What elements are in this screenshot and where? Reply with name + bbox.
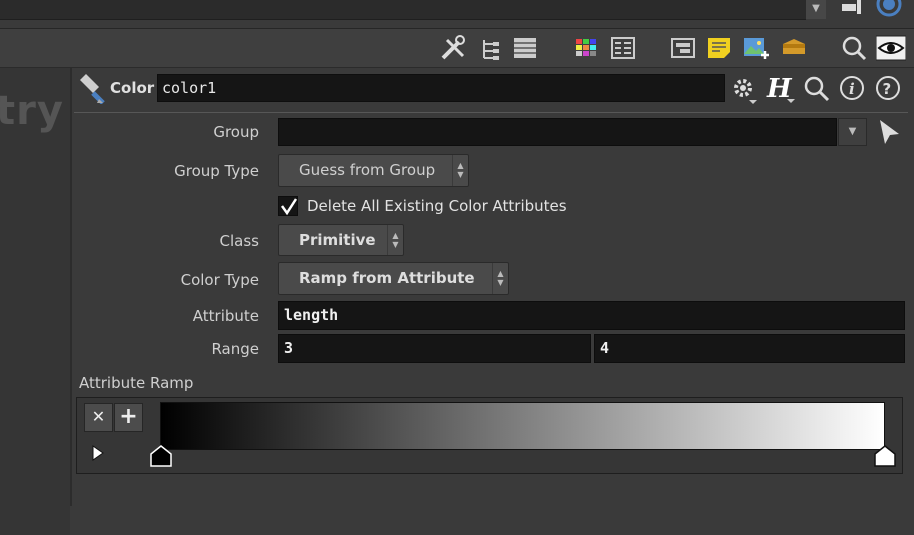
svg-text:?: ? xyxy=(883,80,892,98)
range-max-field[interactable]: 4 xyxy=(594,334,905,363)
gear-icon[interactable] xyxy=(729,74,759,104)
image-add-icon[interactable] xyxy=(742,34,770,62)
delete-attrs-checkbox[interactable] xyxy=(278,196,298,216)
spinner-arrows-icon: ▲ ▼ xyxy=(452,155,468,186)
class-menu[interactable]: Primitive ▲ ▼ xyxy=(278,224,404,256)
range-min-field[interactable]: 3 xyxy=(278,334,591,363)
group-dropdown-button[interactable]: ▼ xyxy=(838,118,867,146)
node-name-field[interactable]: color1 xyxy=(157,74,725,102)
top-dropdown-arrow[interactable]: ▼ xyxy=(806,0,826,19)
color-type-menu[interactable]: Ramp from Attribute ▲ ▼ xyxy=(278,262,509,295)
spreadsheet-icon[interactable] xyxy=(610,34,638,62)
ramp-key-end[interactable] xyxy=(873,444,897,468)
group-label: Group xyxy=(213,123,259,141)
svg-text:i: i xyxy=(849,80,855,98)
ramp-label: Attribute Ramp xyxy=(79,374,194,392)
network-box-icon[interactable] xyxy=(670,34,698,62)
network-pane xyxy=(0,68,70,535)
sticky-note-icon[interactable] xyxy=(706,34,734,62)
header-divider xyxy=(74,112,908,113)
color-type-value: Ramp from Attribute xyxy=(299,269,475,287)
list-view-icon[interactable] xyxy=(512,34,540,62)
ramp-key-start[interactable] xyxy=(149,444,173,468)
link-icon[interactable] xyxy=(874,0,904,18)
remove-key-button[interactable]: ✕ xyxy=(84,403,113,432)
color-type-label: Color Type xyxy=(180,271,259,289)
attribute-field[interactable]: length xyxy=(278,301,905,330)
network-pane-label: try xyxy=(0,88,64,134)
spinner-arrows-icon: ▲ ▼ xyxy=(492,263,508,294)
attribute-label: Attribute xyxy=(192,307,259,325)
color-grid-icon[interactable] xyxy=(573,34,601,62)
eye-icon[interactable] xyxy=(875,34,907,62)
node-type-label: Color xyxy=(110,79,155,97)
ramp-expand-icon[interactable] xyxy=(90,444,106,462)
group-type-menu[interactable]: Guess from Group ▲ ▼ xyxy=(278,154,469,187)
add-key-button[interactable]: + xyxy=(114,403,143,432)
info-icon[interactable]: i xyxy=(839,75,865,101)
select-arrow-icon[interactable] xyxy=(876,117,904,147)
help-h-icon[interactable]: H xyxy=(765,73,797,105)
class-value: Primitive xyxy=(299,231,376,249)
parm-search-icon[interactable] xyxy=(803,75,831,103)
pin-icon[interactable] xyxy=(838,0,868,16)
search-icon[interactable] xyxy=(840,34,868,62)
tree-icon[interactable] xyxy=(478,34,506,62)
color-node-icon xyxy=(77,74,107,105)
help-icon[interactable]: ? xyxy=(875,75,901,101)
delete-attrs-label: Delete All Existing Color Attributes xyxy=(307,197,567,215)
range-label: Range xyxy=(211,340,259,358)
ramp-gradient[interactable] xyxy=(160,402,885,450)
tools-icon[interactable] xyxy=(439,34,467,62)
group-type-label: Group Type xyxy=(174,162,259,180)
spinner-arrows-icon: ▲ ▼ xyxy=(387,225,403,255)
group-type-value: Guess from Group xyxy=(299,161,436,179)
subnet-box-icon[interactable] xyxy=(780,34,808,62)
group-field[interactable] xyxy=(278,118,837,146)
top-dropdown-field[interactable] xyxy=(0,0,806,20)
class-label: Class xyxy=(219,232,259,250)
checkmark-icon xyxy=(280,198,298,216)
